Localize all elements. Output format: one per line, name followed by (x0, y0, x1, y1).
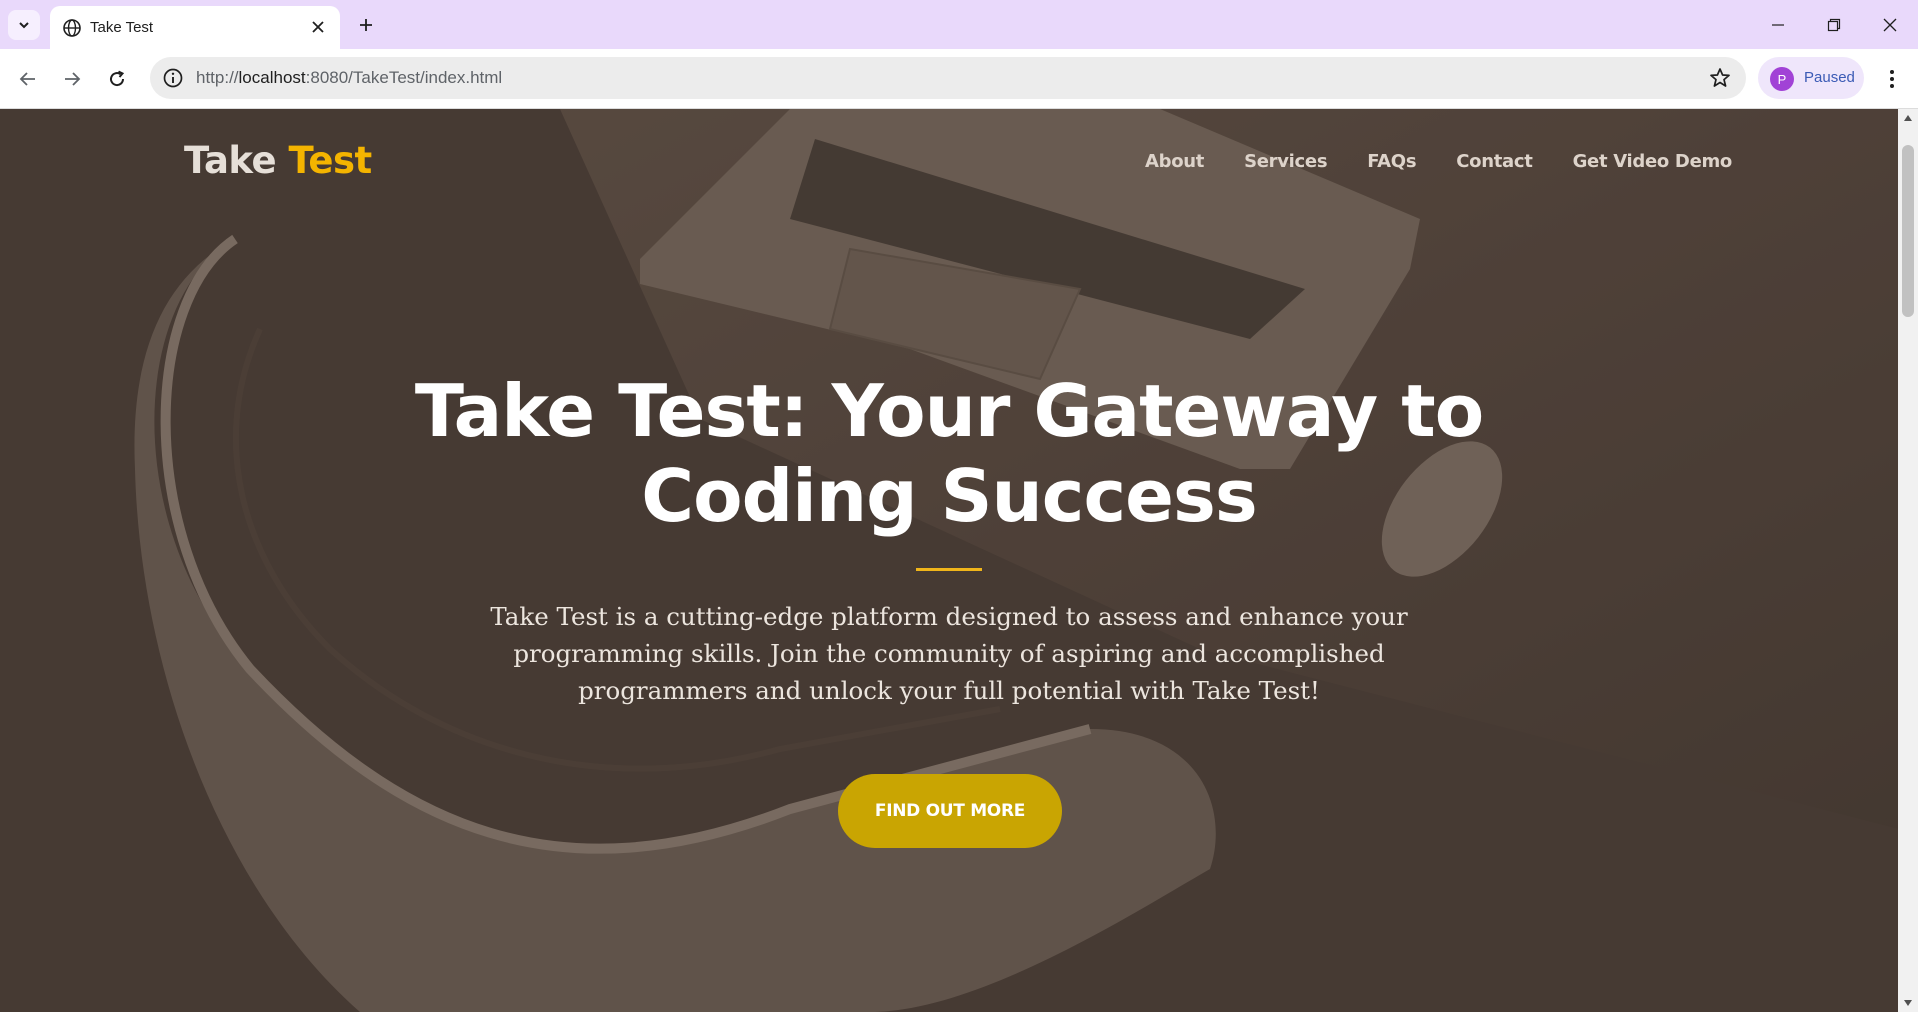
new-tab-button[interactable] (352, 11, 380, 39)
reload-icon (110, 70, 125, 87)
kebab-menu-icon (1890, 70, 1894, 88)
nav-link-faqs[interactable]: FAQs (1367, 151, 1416, 172)
tab-search-button[interactable] (8, 10, 40, 40)
scrollbar-thumb[interactable] (1902, 145, 1914, 317)
triangle-up-icon (1904, 115, 1912, 121)
profile-button[interactable]: P Paused (1758, 57, 1864, 99)
chevron-down-icon (19, 22, 29, 29)
site-logo[interactable]: Take Test (184, 139, 372, 182)
nav-link-services[interactable]: Services (1244, 151, 1327, 172)
address-bar[interactable]: http://localhost:8080/TakeTest/index.htm… (150, 57, 1746, 99)
hero-background-image (0, 109, 1898, 1012)
hero-description: Take Test is a cutting-edge platform des… (490, 602, 1408, 705)
arrow-left-icon (19, 72, 35, 86)
forward-button[interactable] (56, 63, 88, 95)
close-icon (312, 21, 324, 33)
close-icon (1883, 18, 1897, 32)
scroll-up-button[interactable] (1902, 112, 1914, 124)
star-icon[interactable] (1708, 66, 1732, 90)
site-navigation: About Services FAQs Contact Get Video De… (1145, 151, 1732, 172)
page-scrollbar[interactable] (1898, 109, 1918, 1012)
find-out-more-button[interactable]: FIND OUT MORE (838, 774, 1062, 848)
avatar: P (1770, 67, 1794, 91)
tab-title: Take Test (90, 19, 154, 36)
scroll-down-button[interactable] (1902, 997, 1914, 1009)
restore-button[interactable] (1814, 10, 1854, 40)
tab-strip: Take Test (0, 0, 1918, 49)
restore-icon (1827, 18, 1841, 32)
url-path: :8080/TakeTest/index.html (305, 68, 503, 87)
nav-link-about[interactable]: About (1145, 151, 1204, 172)
window-close-button[interactable] (1870, 10, 1910, 40)
browser-tab[interactable]: Take Test (50, 6, 340, 49)
back-button[interactable] (12, 63, 44, 95)
logo-text-primary: Take (184, 139, 277, 182)
tab-close-button[interactable] (308, 17, 328, 37)
plus-icon (360, 19, 372, 31)
browser-toolbar: http://localhost:8080/TakeTest/index.htm… (0, 49, 1918, 109)
reload-button[interactable] (101, 63, 133, 95)
hero-divider (916, 568, 982, 571)
nav-link-contact[interactable]: Contact (1456, 151, 1533, 172)
url-text[interactable]: http://localhost:8080/TakeTest/index.htm… (196, 68, 502, 88)
logo-text-accent: Test (288, 139, 373, 182)
hero-title: Take Test: Your Gateway to Coding Succes… (414, 369, 1484, 538)
url-host: localhost (238, 68, 306, 87)
url-scheme: http:// (196, 68, 239, 87)
nav-link-video-demo[interactable]: Get Video Demo (1573, 151, 1733, 172)
browser-menu-button[interactable] (1876, 63, 1908, 95)
triangle-down-icon (1904, 1000, 1912, 1006)
minimize-button[interactable] (1758, 10, 1798, 40)
arrow-right-icon (65, 72, 81, 86)
profile-status: Paused (1804, 69, 1855, 86)
globe-icon (63, 19, 81, 37)
page-viewport: Take Test About Services FAQs Contact Ge… (0, 109, 1898, 1012)
info-icon[interactable] (162, 67, 184, 89)
minimize-icon (1772, 24, 1784, 26)
